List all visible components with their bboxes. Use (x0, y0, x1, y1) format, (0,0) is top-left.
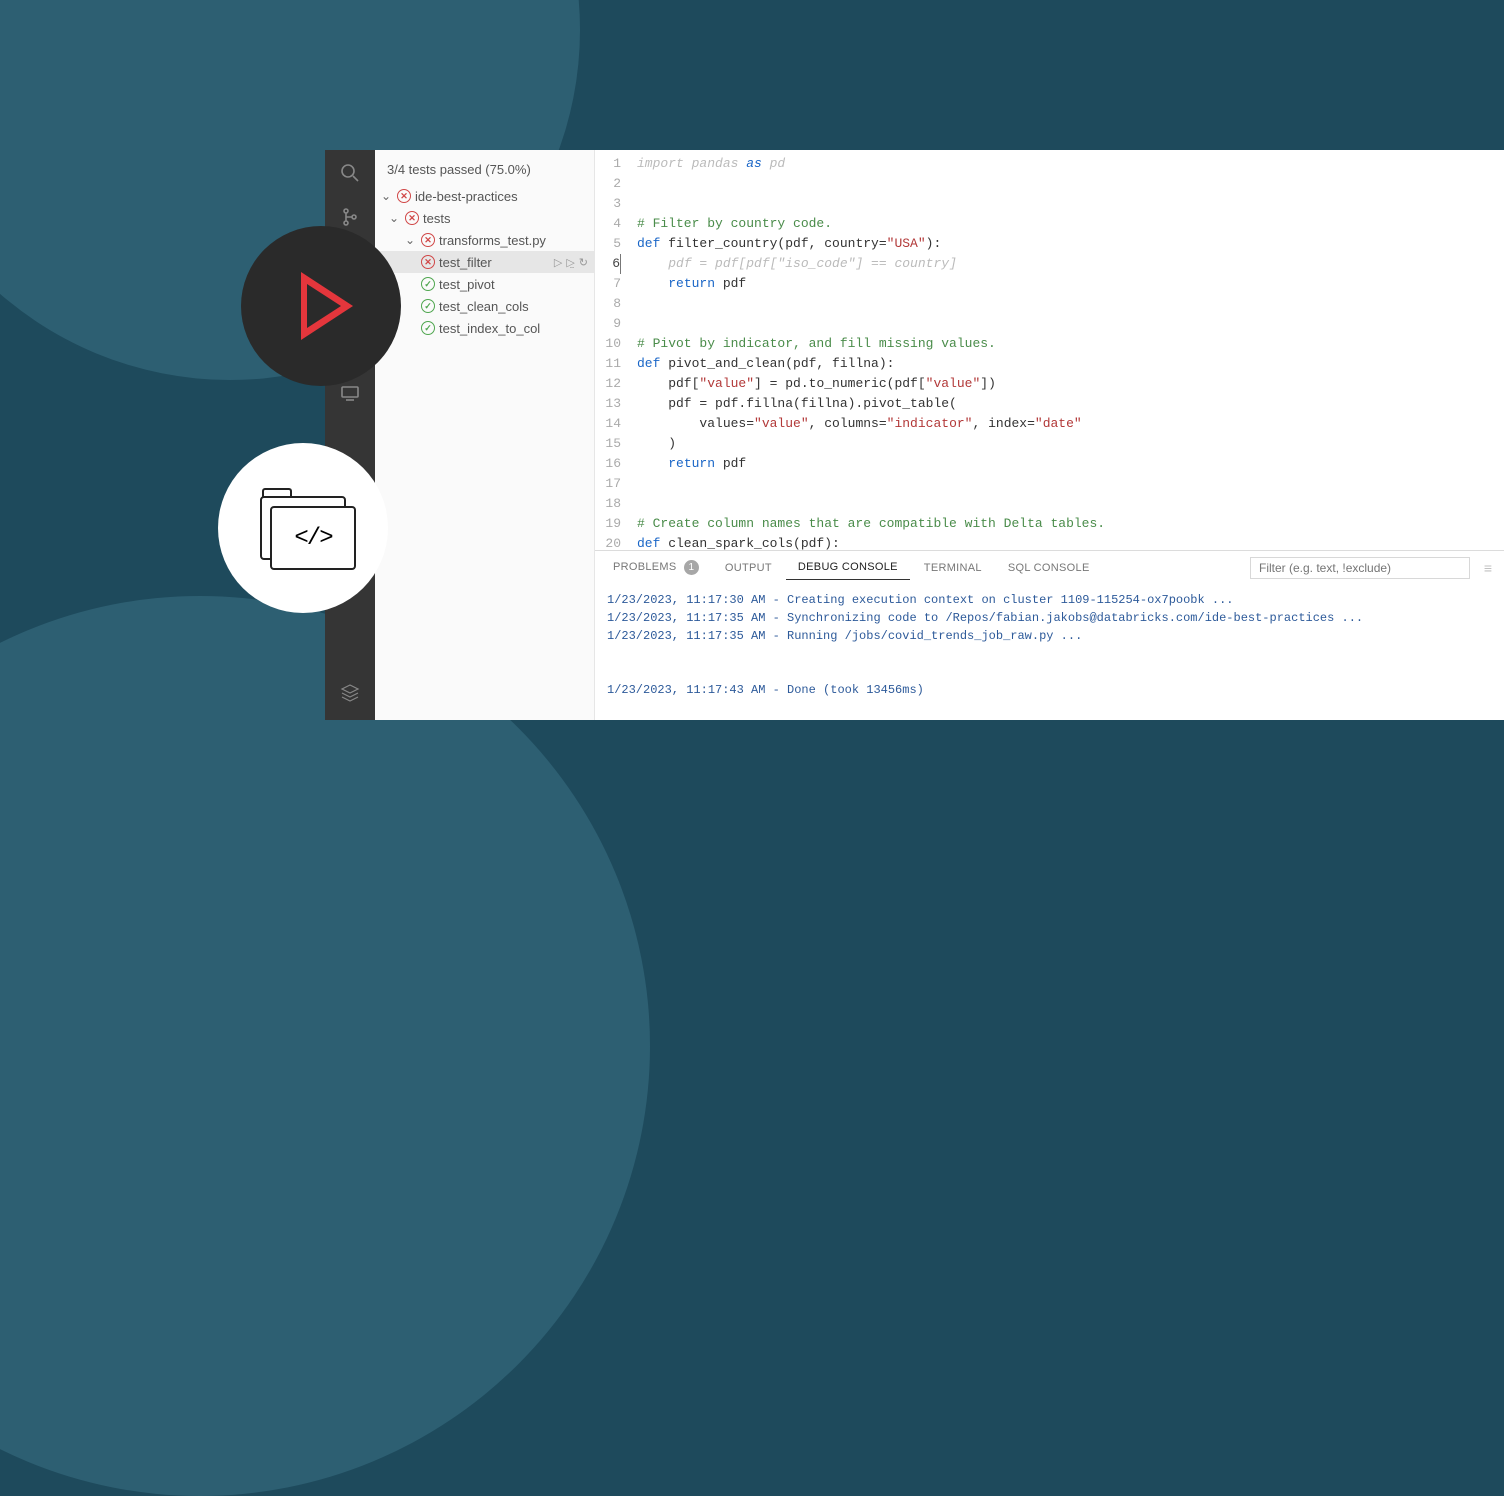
panel-filter-input[interactable] (1250, 557, 1470, 579)
search-icon[interactable] (337, 160, 363, 186)
status-pass-icon: ✓ (421, 321, 435, 335)
chevron-down-icon: ⌄ (405, 233, 417, 247)
test-row-actions: ▷ ▷̤ ↻ (554, 256, 594, 269)
status-fail-icon: ✕ (397, 189, 411, 203)
tab-problems-label: Problems (613, 561, 677, 573)
status-fail-icon: ✕ (421, 255, 435, 269)
status-fail-icon: ✕ (421, 233, 435, 247)
chevron-down-icon: ⌄ (381, 189, 393, 203)
play-outline-icon (301, 272, 353, 340)
status-pass-icon: ✓ (421, 277, 435, 291)
line-number-gutter: 123456789101112131415161718192021222324 (595, 154, 631, 550)
tab-sql-console[interactable]: SQL Console (996, 556, 1102, 580)
goto-test-icon[interactable]: ↻ (579, 256, 588, 269)
panel-menu-icon[interactable]: ≡ (1478, 560, 1498, 576)
test-summary: 3/4 tests passed (75.0%) (375, 156, 594, 185)
tree-test-label: test_filter (439, 255, 550, 270)
source-control-icon[interactable] (337, 204, 363, 230)
tree-test-label: test_pivot (439, 277, 594, 292)
tab-problems[interactable]: Problems 1 (601, 554, 711, 581)
bottom-panel: Problems 1 Output Debug Console Terminal… (595, 550, 1504, 720)
play-overlay-badge (241, 226, 401, 386)
chevron-down-icon: ⌄ (389, 211, 401, 225)
tree-root-label: ide-best-practices (415, 189, 594, 204)
tab-debug-console[interactable]: Debug Console (786, 555, 910, 580)
tree-file-label: transforms_test.py (439, 233, 594, 248)
tree-test-label: test_clean_cols (439, 299, 594, 314)
tab-terminal[interactable]: Terminal (912, 556, 994, 580)
ide-window: 3/4 tests passed (75.0%) ⌄ ✕ ide-best-pr… (325, 150, 1504, 720)
editor-area: 123456789101112131415161718192021222324 … (595, 150, 1504, 720)
tree-folder[interactable]: ⌄ ✕ tests (375, 207, 594, 229)
tree-folder-label: tests (423, 211, 594, 226)
tree-file[interactable]: ⌄ ✕ transforms_test.py (375, 229, 594, 251)
remote-icon[interactable] (337, 380, 363, 406)
debug-console-output[interactable]: 1/23/2023, 11:17:30 AM - Creating execut… (595, 585, 1504, 705)
code-folder-icon: </> (260, 496, 346, 560)
code-folder-overlay-badge: </> (218, 443, 388, 613)
code-lines[interactable]: import pandas as pd# Filter by country c… (631, 154, 1504, 550)
run-test-icon[interactable]: ▷ (554, 256, 562, 269)
tree-root[interactable]: ⌄ ✕ ide-best-practices (375, 185, 594, 207)
status-fail-icon: ✕ (405, 211, 419, 225)
code-editor[interactable]: 123456789101112131415161718192021222324 … (595, 150, 1504, 550)
panel-tabs: Problems 1 Output Debug Console Terminal… (595, 551, 1504, 585)
debug-test-icon[interactable]: ▷̤ (566, 256, 574, 269)
problems-count-badge: 1 (684, 560, 699, 575)
tree-test-item[interactable]: ✓ test_index_to_col (375, 317, 594, 339)
test-explorer-sidebar: 3/4 tests passed (75.0%) ⌄ ✕ ide-best-pr… (375, 150, 595, 720)
tab-output[interactable]: Output (713, 556, 784, 580)
tree-test-label: test_index_to_col (439, 321, 594, 336)
background-shape-bottom (0, 596, 650, 1496)
status-pass-icon: ✓ (421, 299, 435, 313)
tree-test-item[interactable]: ✓ test_clean_cols (375, 295, 594, 317)
tree-test-item[interactable]: ✕ test_filter ▷ ▷̤ ↻ (375, 251, 594, 273)
tree-test-item[interactable]: ✓ test_pivot (375, 273, 594, 295)
databricks-icon[interactable] (337, 680, 363, 706)
